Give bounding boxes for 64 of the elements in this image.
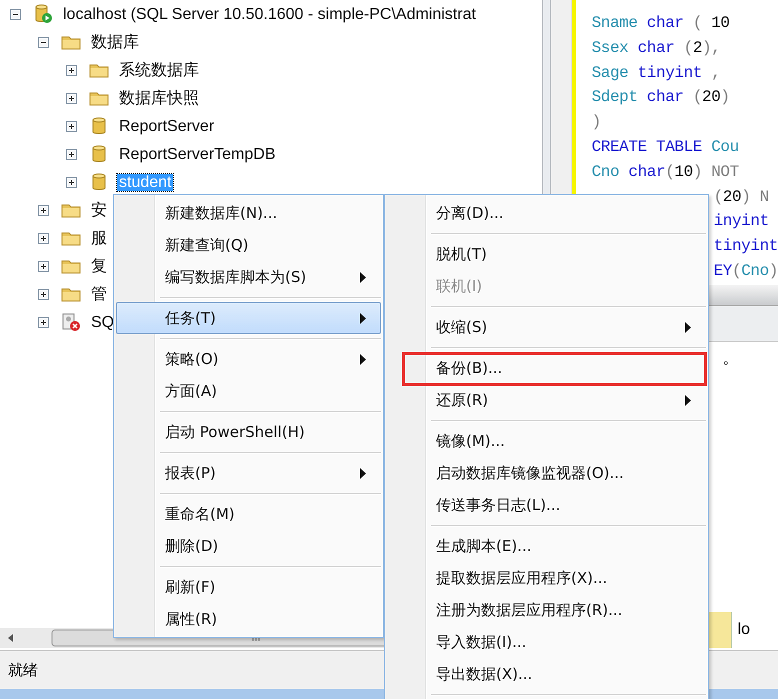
collapse-icon[interactable] [10,8,21,20]
code-line: EY(Cno) [712,260,778,282]
tree-item[interactable]: localhost (SQL Server 10.50.1600 - simple-PC\Administrat [61,6,478,22]
code-line: inyint [712,211,770,232]
message-text: 。 [722,348,739,367]
code-line: tinyint [712,236,778,258]
tree-item[interactable]: 管 [89,286,109,302]
menu-item[interactable]: 方面(A) [116,375,381,407]
code-line: ) [592,112,602,134]
tree-item[interactable]: 数据库快照 [117,90,201,106]
expand-icon[interactable] [38,204,49,216]
menu-item[interactable]: 属性(R) [116,603,381,635]
tree-item[interactable]: 数据库 [89,34,141,50]
menu-item[interactable]: 任务(T) [116,302,381,334]
expand-icon[interactable] [38,232,49,244]
menu-item[interactable]: 镜像(M)... [387,425,706,457]
menu-item[interactable]: 删除(D) [116,530,381,562]
menu-item[interactable]: 新建查询(Q) [116,229,381,261]
tree-item[interactable]: ReportServer [117,118,216,134]
menu-item[interactable]: 脱机(T) [387,238,706,270]
menu-item[interactable]: 刷新(F) [116,571,381,603]
menu-item[interactable]: 新建数据库(N)... [116,197,381,229]
expand-icon[interactable] [38,260,49,272]
menu-item[interactable]: 分离(D)... [387,197,706,229]
menu-item[interactable]: 提取数据层应用程序(X)... [387,562,706,594]
code-line: Cno char(10) NOT [592,162,740,183]
agent-icon [61,312,81,332]
tree-item[interactable]: 安 [89,202,109,218]
expand-icon[interactable] [66,176,77,188]
status-text: 就绪 [8,660,38,680]
menu-item[interactable]: 策略(O) [116,343,381,375]
menu-item[interactable]: 报表(P) [116,457,381,489]
collapse-icon[interactable] [38,36,49,48]
menu-item[interactable]: 注册为数据层应用程序(R)... [387,594,706,626]
menu-item[interactable]: 编写数据库脚本为(S) [116,261,381,293]
menu-item[interactable]: 传送事务日志(L)... [387,489,706,521]
tree-item[interactable]: ReportServerTempDB [117,146,278,162]
code-line: CREATE TABLE Cou [592,136,740,158]
menu-item[interactable]: 收缩(S) [387,311,706,343]
expand-icon[interactable] [66,148,77,160]
expand-icon[interactable] [38,316,49,328]
menu-item[interactable]: 还原(R) [387,384,706,416]
code-line: Ssex char (2), [592,38,722,59]
menu-item[interactable]: 导出数据(X)... [387,658,706,690]
tree-item[interactable]: 服 [89,230,109,246]
code-line: Sdept char (20) [592,87,731,108]
expand-icon[interactable] [38,288,49,300]
menu-item[interactable]: 导入数据(I)... [387,626,706,658]
server-icon [33,4,53,24]
menu-item[interactable]: 重命名(M) [116,498,381,530]
tree-item[interactable]: 系统数据库 [117,62,201,78]
code-line: Sage tinyint , [592,62,722,84]
tree-item[interactable]: SQ [89,314,116,330]
expand-icon[interactable] [66,64,77,76]
connection-text: lo [738,621,750,639]
menu-item[interactable]: 生成脚本(E)... [387,530,706,562]
expand-icon[interactable] [66,120,77,132]
menu-item[interactable]: 启动 PowerShell(H) [116,416,381,448]
code-line: Sname char ( 10 [592,13,731,34]
menu-item[interactable]: 备份(B)... [387,352,706,384]
expand-icon[interactable] [66,92,77,104]
code-line: (20) N [712,186,770,208]
tree-item[interactable]: 复 [89,258,109,274]
menu-item[interactable]: 启动数据库镜像监视器(O)... [387,457,706,489]
